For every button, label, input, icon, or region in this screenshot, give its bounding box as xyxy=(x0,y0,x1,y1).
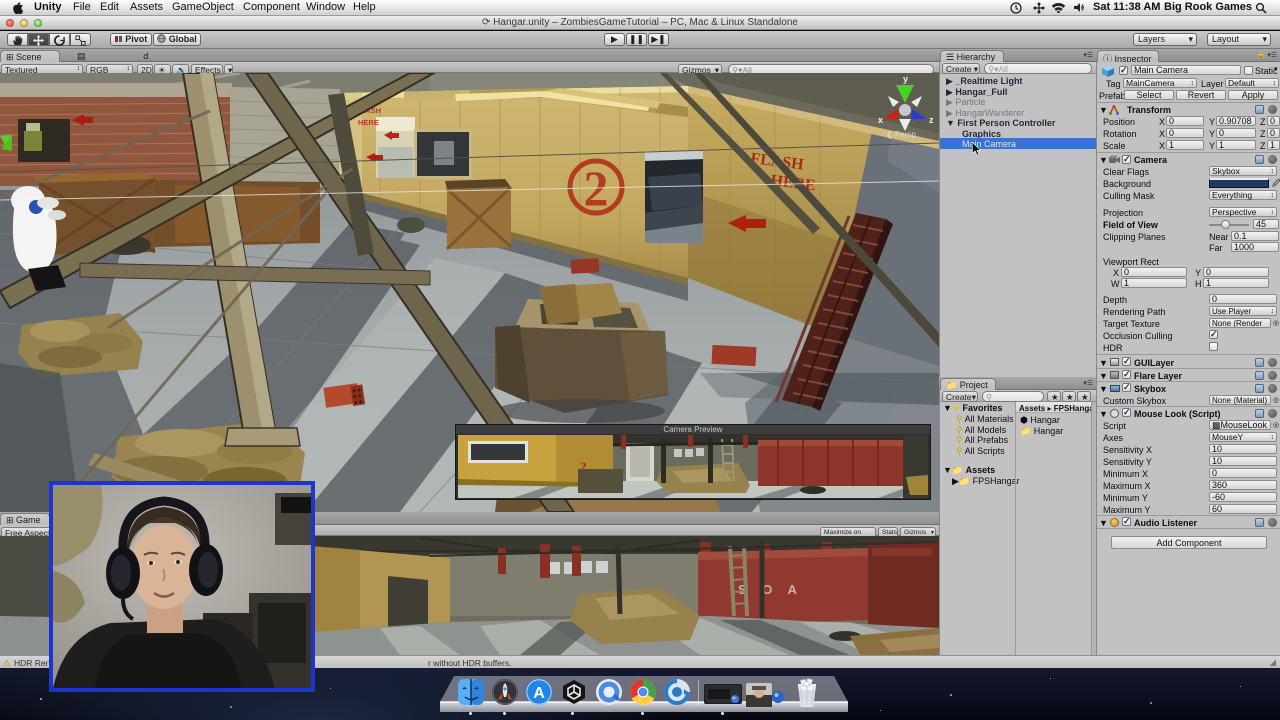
svg-text:z: z xyxy=(929,115,934,125)
svg-text:A: A xyxy=(533,685,545,702)
svg-text:❮ Persp: ❮ Persp xyxy=(886,130,916,139)
svg-text:y: y xyxy=(903,74,908,84)
svg-text:x: x xyxy=(878,115,883,125)
svg-text:HERE: HERE xyxy=(358,118,379,127)
